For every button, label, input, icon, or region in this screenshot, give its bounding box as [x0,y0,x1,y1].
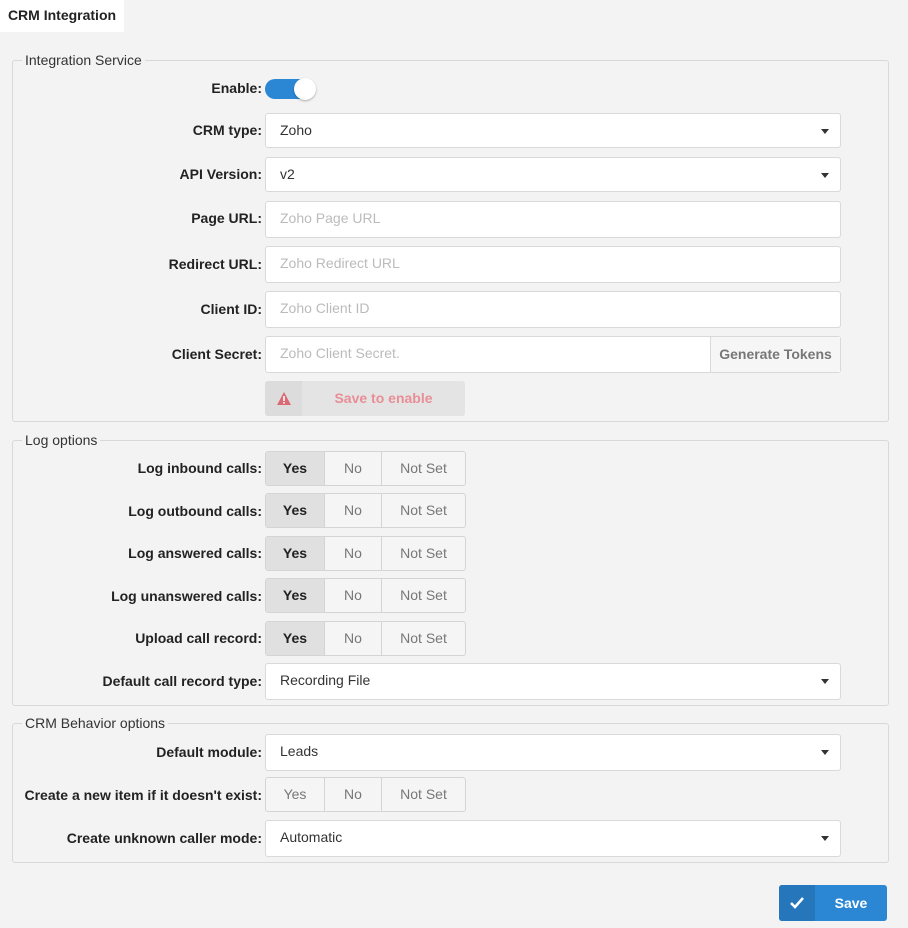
client-id-placeholder: Zoho Client ID [280,300,370,316]
crm-behavior-legend: CRM Behavior options [22,715,169,732]
log-answered-label: Log answered calls: [128,545,262,561]
default-module-label: Default module: [156,744,262,760]
page-url-input[interactable]: Zoho Page URL [265,201,841,238]
create-item-no[interactable]: No [325,778,382,811]
save-button[interactable]: Save [779,885,887,921]
log-inbound-label: Log inbound calls: [137,460,262,476]
chevron-down-icon [821,750,829,755]
crm-type-select[interactable]: Zoho [265,113,841,148]
chevron-down-icon [821,836,829,841]
default-module-select[interactable]: Leads [265,734,841,771]
page-url-label: Page URL: [191,210,262,226]
log-unanswered-not-set[interactable]: Not Set [382,579,465,612]
chevron-down-icon [821,129,829,134]
record-type-value: Recording File [280,672,371,688]
log-answered-options: Yes No Not Set [265,536,466,571]
log-answered-no[interactable]: No [325,537,382,570]
log-outbound-no[interactable]: No [325,494,382,527]
warning-icon-box [265,381,302,416]
enable-label: Enable: [211,80,262,96]
upload-record-no[interactable]: No [325,622,382,655]
log-unanswered-yes[interactable]: Yes [266,579,325,612]
log-outbound-options: Yes No Not Set [265,493,466,528]
create-item-options: Yes No Not Set [265,777,466,812]
enable-toggle[interactable] [265,78,316,100]
crm-type-label: CRM type: [192,122,262,138]
warning-icon [277,392,291,405]
log-inbound-options: Yes No Not Set [265,451,466,486]
log-answered-yes[interactable]: Yes [266,537,325,570]
unknown-caller-label: Create unknown caller mode: [66,830,262,846]
integration-service-legend: Integration Service [22,52,145,69]
save-label: Save [834,895,868,911]
save-to-enable-button[interactable]: Save to enable [265,381,465,416]
tab-crm-integration[interactable]: CRM Integration [0,0,124,32]
redirect-url-label: Redirect URL: [168,256,262,272]
default-module-value: Leads [280,743,319,759]
api-version-value: v2 [280,166,295,182]
log-unanswered-no[interactable]: No [325,579,382,612]
log-options-legend: Log options [22,432,101,449]
page-url-placeholder: Zoho Page URL [280,210,381,226]
check-icon [790,897,804,909]
api-version-select[interactable]: v2 [265,157,841,192]
create-item-not-set[interactable]: Not Set [382,778,465,811]
unknown-caller-value: Automatic [280,829,343,845]
create-item-label: Create a new item if it doesn't exist: [24,787,262,803]
redirect-url-input[interactable]: Zoho Redirect URL [265,246,841,283]
chevron-down-icon [821,173,829,178]
tab-bar: CRM Integration [0,0,908,32]
crm-type-value: Zoho [280,122,312,138]
upload-record-options: Yes No Not Set [265,621,466,656]
log-inbound-not-set[interactable]: Not Set [382,452,465,485]
client-secret-input[interactable]: Zoho Client Secret. Generate Tokens [265,336,841,373]
log-inbound-no[interactable]: No [325,452,382,485]
unknown-caller-select[interactable]: Automatic [265,820,841,857]
record-type-label: Default call record type: [102,673,263,689]
log-outbound-label: Log outbound calls: [128,503,262,519]
client-secret-label: Client Secret: [171,346,262,362]
client-id-input[interactable]: Zoho Client ID [265,291,841,328]
integration-service-fieldset: Integration Service Enable: CRM type: Zo… [12,52,889,422]
generate-tokens-button[interactable]: Generate Tokens [710,337,840,372]
log-unanswered-label: Log unanswered calls: [111,588,262,604]
redirect-url-placeholder: Zoho Redirect URL [280,255,400,271]
log-inbound-yes[interactable]: Yes [266,452,325,485]
log-answered-not-set[interactable]: Not Set [382,537,465,570]
toggle-knob [294,78,316,100]
api-version-label: API Version: [179,166,262,182]
client-secret-placeholder: Zoho Client Secret. [280,345,400,361]
log-options-fieldset: Log options Log inbound calls: Yes No No… [12,432,889,706]
upload-record-yes[interactable]: Yes [266,622,325,655]
log-outbound-not-set[interactable]: Not Set [382,494,465,527]
crm-behavior-fieldset: CRM Behavior options Default module: Lea… [12,715,889,863]
create-item-yes[interactable]: Yes [266,778,325,811]
upload-record-not-set[interactable]: Not Set [382,622,465,655]
save-to-enable-label: Save to enable [334,390,433,406]
log-outbound-yes[interactable]: Yes [266,494,325,527]
upload-record-label: Upload call record: [135,630,262,646]
client-id-label: Client ID: [200,301,262,317]
record-type-select[interactable]: Recording File [265,663,841,700]
log-unanswered-options: Yes No Not Set [265,578,466,613]
check-icon-box [779,885,815,921]
chevron-down-icon [821,679,829,684]
